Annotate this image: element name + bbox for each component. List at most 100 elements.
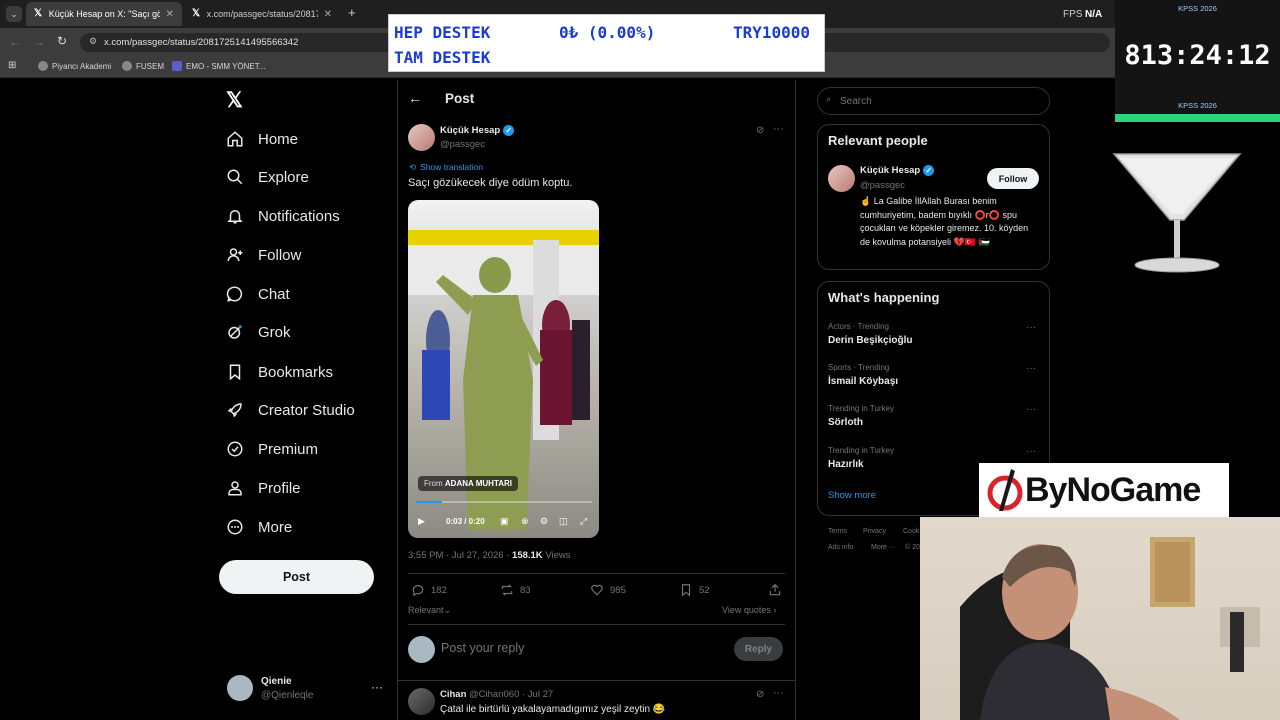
divider xyxy=(408,573,785,574)
reply-author-name[interactable]: Cihan xyxy=(440,689,466,700)
search-input[interactable]: ⌕ Search xyxy=(817,87,1050,115)
trend-item[interactable]: Trending in Turkey Hazırlık xyxy=(828,446,894,470)
fullscreen-icon[interactable]: ⤢ xyxy=(580,516,587,527)
settings-icon[interactable]: ⚙ xyxy=(540,516,548,527)
footer-privacy[interactable]: Privacy xyxy=(863,528,886,535)
account-menu-icon[interactable]: ··· xyxy=(371,680,383,694)
forward-icon[interactable]: → xyxy=(33,35,45,49)
nav-home[interactable]: Home xyxy=(226,124,298,154)
pip-icon[interactable]: ◫ xyxy=(559,516,568,527)
site-info-icon[interactable]: ⚙ xyxy=(89,36,97,47)
grok-icon[interactable]: ⊘ xyxy=(756,689,764,700)
post-button[interactable]: Post xyxy=(219,560,374,594)
apps-icon[interactable]: ⊞ xyxy=(8,60,16,71)
show-translation-link[interactable]: ⟲ Show translation xyxy=(409,162,483,173)
person-name-row[interactable]: Küçük Hesap ✓ xyxy=(860,165,935,176)
mute-icon[interactable]: ⊗ xyxy=(521,516,529,527)
grok-icon xyxy=(228,325,242,339)
relevant-people-title: Relevant people xyxy=(828,133,928,148)
reply-button[interactable]: Reply xyxy=(734,637,783,661)
play-icon[interactable]: ▶ xyxy=(418,516,425,527)
video-progress-track[interactable] xyxy=(416,501,592,503)
verified-icon: ✓ xyxy=(923,165,935,176)
video-source-badge[interactable]: From ADANA MUHTARI xyxy=(418,476,519,491)
trend-item[interactable]: Sports · Trending İsmail Köybaşı xyxy=(828,363,898,387)
timer-progress-bar xyxy=(1115,114,1280,122)
trend-name: Sörloth xyxy=(828,417,863,428)
trend-more-icon[interactable]: ··· xyxy=(1026,446,1036,457)
trend-item[interactable]: Actors · Trending Derin Beşikçioğlu xyxy=(828,322,912,346)
nav-grok[interactable]: Grok xyxy=(226,317,291,347)
nav-explore[interactable]: Explore xyxy=(226,162,309,192)
tab-inactive[interactable]: 𝕏 x.com/passgec/status/20817281 ✕ xyxy=(184,2,340,26)
author-avatar[interactable] xyxy=(408,124,435,151)
nav-more[interactable]: More xyxy=(226,512,292,542)
divider xyxy=(408,624,785,625)
account-name: Qienie xyxy=(261,676,292,687)
bookmark-favicon-icon xyxy=(38,61,48,71)
footer-ads-info[interactable]: Ads info xyxy=(828,544,853,551)
nav-label: Premium xyxy=(258,440,319,458)
nav-notifications[interactable]: Notifications xyxy=(226,201,340,231)
nav-creator-studio[interactable]: Creator Studio xyxy=(226,395,355,425)
reply-input[interactable]: Post your reply xyxy=(441,641,524,655)
nav-profile[interactable]: Profile xyxy=(226,473,301,503)
person-avatar[interactable] xyxy=(828,165,855,192)
reply-author-handle: @Cihan060 xyxy=(469,689,520,700)
sort-dropdown[interactable]: Relevant⌄ xyxy=(408,605,451,616)
footer-terms[interactable]: Terms xyxy=(828,528,847,535)
more-icon[interactable]: ··· xyxy=(773,123,784,135)
nav-label: Creator Studio xyxy=(258,401,355,419)
author-name: Küçük Hesap xyxy=(440,125,501,136)
footer-cookies[interactable]: Cook xyxy=(903,528,919,535)
back-arrow-icon[interactable]: ← xyxy=(408,90,422,106)
like-action[interactable]: 985 xyxy=(590,583,626,597)
timer-label-top: KPSS 2026 xyxy=(1178,4,1217,13)
reply-author-avatar[interactable] xyxy=(408,688,435,715)
view-quotes-link[interactable]: View quotes › xyxy=(722,605,776,615)
nav-label: Home xyxy=(258,130,299,148)
show-translation-label: Show translation xyxy=(420,162,483,172)
person-handle: @passgec xyxy=(860,180,906,191)
translate-icon: ⟲ xyxy=(409,162,417,172)
new-tab-button[interactable]: + xyxy=(348,5,356,20)
bookmark-item[interactable]: Piyancı Akademi xyxy=(38,61,111,71)
reply-action[interactable]: 182 xyxy=(411,583,447,597)
share-action[interactable] xyxy=(768,583,782,597)
nav-follow[interactable]: Follow xyxy=(226,240,301,270)
bookmark-item[interactable]: FUSEM xyxy=(122,61,164,71)
back-icon[interactable]: ← xyxy=(9,35,21,49)
grok-icon[interactable]: ⊘ xyxy=(756,125,764,136)
trend-meta: Trending in Turkey xyxy=(828,446,894,455)
timer-value: 813:24:12 xyxy=(1124,40,1271,71)
tab-active[interactable]: 𝕏 Küçük Hesap on X: "Saçı gözük ✕ xyxy=(26,2,182,26)
trend-more-icon[interactable]: ··· xyxy=(1026,322,1036,333)
reload-icon[interactable]: ↻ xyxy=(57,34,67,48)
show-more-link[interactable]: Show more xyxy=(828,490,876,501)
nav-chat[interactable]: Chat xyxy=(226,279,290,309)
bookmark-item[interactable]: EMO - SMM YÖNET... xyxy=(172,61,265,71)
tab-search-button[interactable]: ⌄ xyxy=(6,6,22,22)
repost-action[interactable]: 83 xyxy=(500,583,531,597)
trend-more-icon[interactable]: ··· xyxy=(1026,363,1036,374)
nav-bookmarks[interactable]: Bookmarks xyxy=(226,357,333,387)
video-player[interactable]: From ADANA MUHTARI ▶ 0:03 / 0:20 ▣ ⊗ ⚙ ◫… xyxy=(408,200,599,538)
reply-author-row: Cihan @Cihan060 · Jul 27 xyxy=(440,689,553,700)
close-tab-icon[interactable]: ✕ xyxy=(166,9,174,20)
account-avatar[interactable] xyxy=(227,675,253,701)
trend-more-icon[interactable]: ··· xyxy=(1026,404,1036,415)
close-tab-icon[interactable]: ✕ xyxy=(324,9,332,20)
footer-more[interactable]: More ··· xyxy=(871,544,896,551)
more-icon[interactable]: ··· xyxy=(773,687,784,699)
x-logo-icon[interactable]: 𝕏 xyxy=(226,88,243,113)
nav-premium[interactable]: Premium xyxy=(226,434,318,464)
post-meta: 3:55 PM · Jul 27, 2026 · 158.1K Views xyxy=(408,550,570,561)
bookmark-action[interactable]: 52 xyxy=(679,583,710,597)
brand-name: ByNoGame xyxy=(1025,471,1201,509)
captions-icon[interactable]: ▣ xyxy=(500,516,509,527)
author-name-row[interactable]: Küçük Hesap ✓ xyxy=(440,125,515,136)
video-source-prefix: From xyxy=(424,479,443,488)
trend-name: Hazırlık xyxy=(828,459,864,470)
follow-button[interactable]: Follow xyxy=(987,168,1039,189)
trend-item[interactable]: Trending in Turkey Sörloth xyxy=(828,404,894,428)
